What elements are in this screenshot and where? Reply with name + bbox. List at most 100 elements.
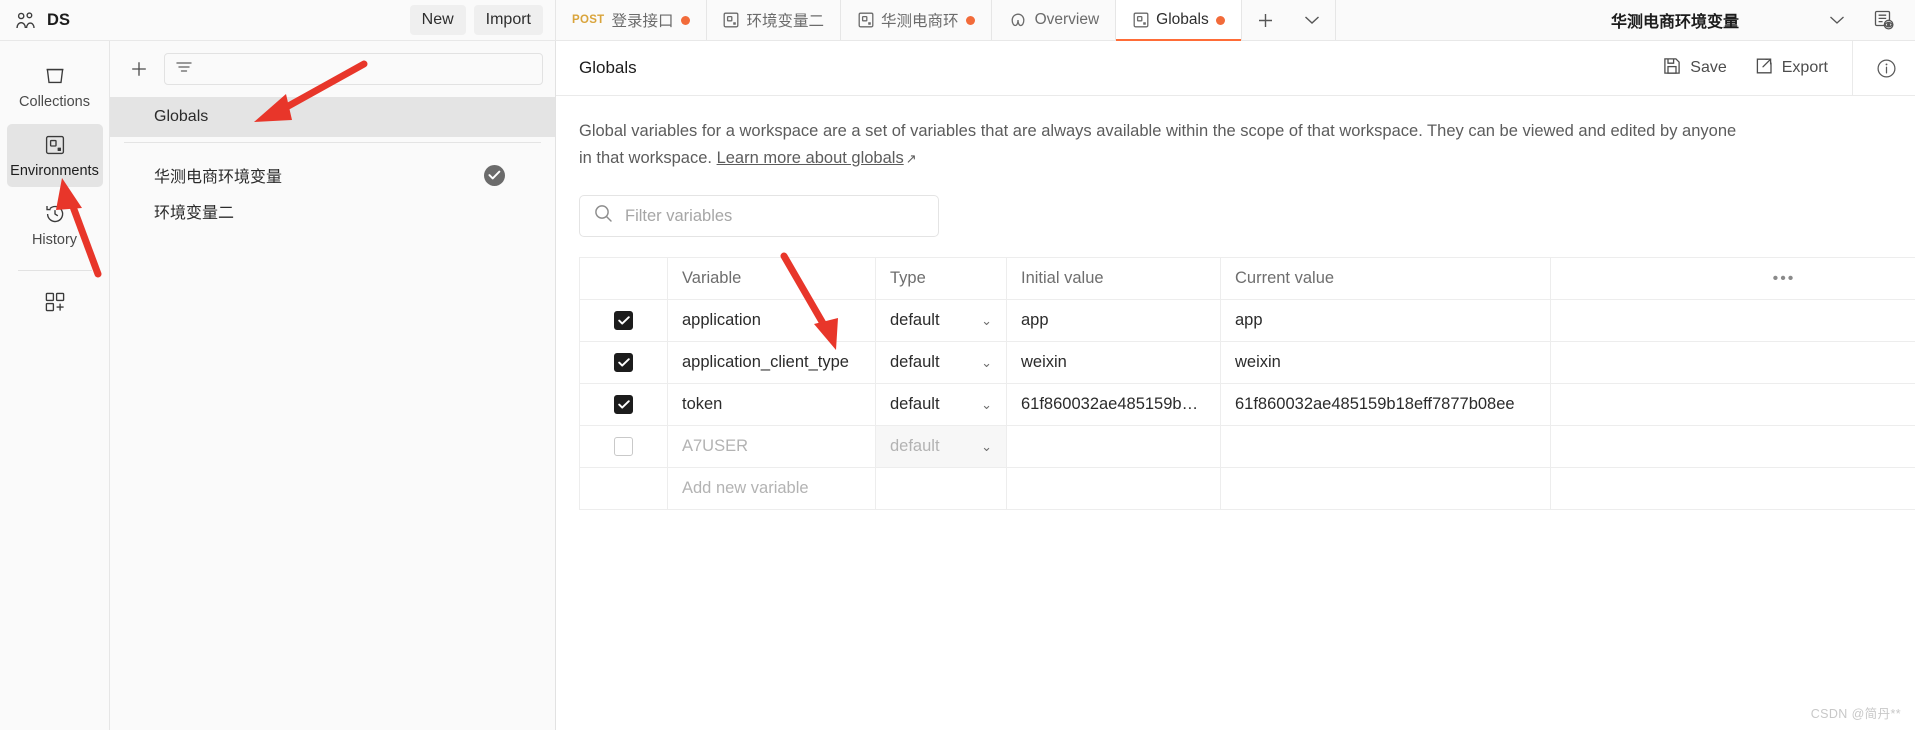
filter-placeholder: Filter variables bbox=[625, 206, 733, 225]
cell-type[interactable]: default ⌄ bbox=[875, 341, 1007, 385]
filter-bar: Filter variables bbox=[556, 171, 1915, 238]
cell-select bbox=[579, 341, 668, 385]
overview-icon bbox=[1008, 12, 1028, 28]
environments-filter-input[interactable] bbox=[164, 53, 543, 85]
tab-overview[interactable]: Overview bbox=[992, 0, 1117, 40]
cell-variable[interactable]: A7USER bbox=[667, 425, 876, 469]
cell-initial-value[interactable]: weixin bbox=[1006, 341, 1221, 385]
cell-type[interactable]: default ⌄ bbox=[875, 299, 1007, 343]
sidebar-item-history[interactable]: History bbox=[7, 193, 103, 256]
export-button[interactable]: Export bbox=[1741, 57, 1842, 80]
chevron-down-icon bbox=[1829, 12, 1845, 29]
tab-strip: POST 登录接口 环境变量二 华测电商环 Overview Globals bbox=[556, 0, 1593, 41]
top-bar-left: DS New Import bbox=[0, 0, 556, 40]
watermark: CSDN @简丹** bbox=[1810, 707, 1901, 721]
header-divider bbox=[1852, 40, 1853, 96]
tab-environment-two[interactable]: 环境变量二 bbox=[707, 0, 842, 40]
cell-options bbox=[1550, 467, 1915, 511]
current-value: weixin bbox=[1235, 353, 1281, 372]
variables-table-body: application default ⌄ app app application… bbox=[579, 299, 1915, 511]
cell-current-value[interactable]: weixin bbox=[1220, 341, 1551, 385]
cell-variable[interactable]: token bbox=[667, 383, 876, 427]
workspace-name[interactable]: DS bbox=[47, 11, 70, 30]
tab-list-button[interactable] bbox=[1290, 0, 1336, 40]
th-label: Current value bbox=[1235, 269, 1335, 288]
create-environment-button[interactable] bbox=[124, 54, 154, 84]
environment-icon bbox=[857, 12, 874, 29]
rail-divider bbox=[17, 270, 92, 271]
table-row-add-new[interactable]: Add new variable bbox=[579, 467, 1915, 511]
cell-initial-value[interactable]: app bbox=[1006, 299, 1221, 343]
cell-select bbox=[579, 299, 668, 343]
unsaved-dot-icon bbox=[1215, 15, 1225, 25]
environment-quick-look-icon[interactable] bbox=[1867, 3, 1901, 37]
cell-current-value[interactable] bbox=[1220, 425, 1551, 469]
environment-label: Globals bbox=[154, 108, 209, 125]
tab-label: 登录接口 bbox=[611, 13, 674, 30]
tab-globals[interactable]: Globals bbox=[1116, 0, 1242, 41]
sidebar-item-collections[interactable]: Collections bbox=[7, 55, 103, 118]
cell-options bbox=[1550, 299, 1915, 343]
chevron-down-icon: ⌄ bbox=[981, 354, 992, 370]
cell-type[interactable]: default ⌄ bbox=[875, 425, 1007, 469]
cell-variable[interactable]: application_client_type bbox=[667, 341, 876, 385]
th-label: Initial value bbox=[1021, 269, 1104, 288]
chevron-down-icon: ⌄ bbox=[981, 438, 992, 454]
postman-app-window: DS New Import POST 登录接口 环境变量二 华测电商环 Over… bbox=[0, 0, 1915, 730]
new-button[interactable]: New bbox=[409, 5, 466, 35]
chevron-down-icon: ⌄ bbox=[981, 396, 992, 412]
learn-more-link[interactable]: Learn more about globals bbox=[717, 149, 904, 167]
filter-variables-input[interactable]: Filter variables bbox=[579, 195, 939, 238]
cell-type[interactable]: default ⌄ bbox=[875, 383, 1007, 427]
users-icon bbox=[14, 10, 38, 30]
th-select bbox=[579, 257, 668, 301]
th-initial-value: Initial value bbox=[1006, 257, 1221, 301]
tab-label: Overview bbox=[1034, 11, 1100, 28]
th-type: Type bbox=[875, 257, 1007, 301]
import-button[interactable]: Import bbox=[473, 5, 543, 35]
cell-initial-value[interactable]: 61f860032ae485159b18ef... bbox=[1006, 383, 1221, 427]
new-tab-button[interactable] bbox=[1242, 0, 1290, 40]
row-checkbox[interactable] bbox=[614, 437, 633, 457]
variables-table: Variable Type Initial value Current valu… bbox=[579, 257, 1915, 511]
ellipsis-icon[interactable]: ••• bbox=[1551, 258, 1915, 299]
row-checkbox[interactable] bbox=[614, 395, 633, 415]
save-label: Save bbox=[1690, 59, 1727, 76]
environment-row-huace[interactable]: 华测电商环境变量 bbox=[110, 157, 555, 193]
cell-current-value[interactable]: app bbox=[1220, 299, 1551, 343]
save-button[interactable]: Save bbox=[1649, 57, 1740, 80]
type-value: default bbox=[890, 353, 940, 372]
add-module-icon[interactable] bbox=[7, 283, 103, 321]
th-variable: Variable bbox=[667, 257, 876, 301]
environment-selector[interactable]: 华测电商环境变量 bbox=[1593, 8, 1859, 32]
variables-table-wrapper: Variable Type Initial value Current valu… bbox=[556, 237, 1915, 511]
sidebar-item-environments[interactable]: Environments bbox=[6, 124, 103, 187]
cell-initial-value[interactable] bbox=[1006, 425, 1221, 469]
environment-row-globals[interactable]: Globals bbox=[110, 97, 555, 137]
environment-icon bbox=[1132, 12, 1149, 29]
unsaved-dot-icon bbox=[965, 15, 975, 25]
add-new-variable-placeholder: Add new variable bbox=[682, 479, 809, 498]
sidebar-item-label: History bbox=[31, 232, 78, 248]
environment-icon bbox=[723, 12, 740, 29]
tab-huace-environment[interactable]: 华测电商环 bbox=[841, 0, 992, 40]
environment-label: 华测电商环境变量 bbox=[154, 169, 283, 186]
cell-current-value[interactable]: 61f860032ae485159b18eff7877b08ee bbox=[1220, 383, 1551, 427]
environment-row-environment-two[interactable]: 环境变量二 bbox=[110, 193, 555, 229]
cell-type bbox=[875, 467, 1007, 511]
info-icon[interactable] bbox=[1857, 58, 1915, 79]
check-circle-icon[interactable] bbox=[484, 164, 505, 186]
filter-icon bbox=[175, 60, 193, 79]
top-bar-right: 华测电商环境变量 bbox=[1592, 0, 1915, 40]
cell-add-new-variable[interactable]: Add new variable bbox=[667, 467, 876, 511]
type-value: default bbox=[890, 437, 940, 456]
cell-variable[interactable]: application bbox=[667, 299, 876, 343]
globals-header: Globals Save Export bbox=[556, 40, 1915, 96]
app-body: Collections Environments History Globals… bbox=[0, 40, 1915, 730]
page-title: Globals bbox=[579, 58, 637, 77]
row-checkbox[interactable] bbox=[614, 353, 633, 373]
row-checkbox[interactable] bbox=[614, 311, 633, 331]
table-row: A7USER default ⌄ bbox=[579, 425, 1915, 469]
cell-options bbox=[1550, 341, 1915, 385]
tab-login-api[interactable]: POST 登录接口 bbox=[556, 0, 707, 40]
